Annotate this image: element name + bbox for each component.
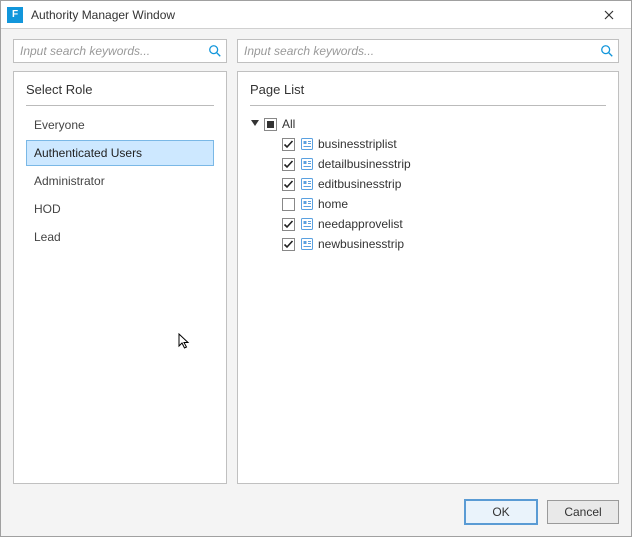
close-icon bbox=[604, 10, 614, 20]
role-item[interactable]: Administrator bbox=[26, 168, 214, 194]
role-list: EveryoneAuthenticated UsersAdministrator… bbox=[26, 112, 214, 252]
search-icon[interactable] bbox=[208, 44, 222, 58]
role-item[interactable]: Everyone bbox=[26, 112, 214, 138]
tree-item[interactable]: businesstriplist bbox=[282, 134, 606, 154]
tree-item[interactable]: newbusinesstrip bbox=[282, 234, 606, 254]
authority-manager-window: F Authority Manager Window Select Role E… bbox=[0, 0, 632, 537]
window-title: Authority Manager Window bbox=[31, 8, 593, 22]
page-search-box bbox=[237, 39, 619, 63]
role-item[interactable]: Lead bbox=[26, 224, 214, 250]
page-tree: All businesstriplist detailbusinesstrip edi… bbox=[250, 112, 606, 254]
page-panel-title: Page List bbox=[250, 82, 606, 106]
tree-root-row[interactable]: All bbox=[250, 114, 606, 134]
search-row bbox=[1, 29, 631, 71]
page-icon bbox=[300, 197, 314, 211]
role-search-box bbox=[13, 39, 227, 63]
titlebar: F Authority Manager Window bbox=[1, 1, 631, 29]
role-panel: Select Role EveryoneAuthenticated UsersA… bbox=[13, 71, 227, 484]
role-panel-title: Select Role bbox=[26, 82, 214, 106]
page-icon bbox=[300, 217, 314, 231]
page-panel: Page List All businesstriplist detailbusin… bbox=[237, 71, 619, 484]
tree-item[interactable]: detailbusinesstrip bbox=[282, 154, 606, 174]
page-icon bbox=[300, 137, 314, 151]
page-icon bbox=[300, 157, 314, 171]
page-search-input[interactable] bbox=[238, 40, 618, 62]
checkbox[interactable] bbox=[282, 238, 295, 251]
checkbox[interactable] bbox=[282, 198, 295, 211]
role-item[interactable]: Authenticated Users bbox=[26, 140, 214, 166]
tree-item[interactable]: needapprovelist bbox=[282, 214, 606, 234]
checkbox[interactable] bbox=[282, 218, 295, 231]
role-search-input[interactable] bbox=[14, 40, 226, 62]
cancel-button[interactable]: Cancel bbox=[547, 500, 619, 524]
tree-item-label: newbusinesstrip bbox=[318, 237, 404, 251]
app-icon: F bbox=[7, 7, 23, 23]
tree-item-label: detailbusinesstrip bbox=[318, 157, 411, 171]
panels: Select Role EveryoneAuthenticated UsersA… bbox=[1, 71, 631, 492]
tree-root-label: All bbox=[282, 117, 295, 131]
tree-item-label: needapprovelist bbox=[318, 217, 403, 231]
checkbox[interactable] bbox=[282, 178, 295, 191]
close-button[interactable] bbox=[593, 4, 625, 26]
tree-collapse-icon[interactable] bbox=[250, 119, 260, 129]
ok-button[interactable]: OK bbox=[465, 500, 537, 524]
tree-item-label: home bbox=[318, 197, 348, 211]
tree-item[interactable]: home bbox=[282, 194, 606, 214]
tree-item[interactable]: editbusinesstrip bbox=[282, 174, 606, 194]
tree-item-label: businesstriplist bbox=[318, 137, 397, 151]
checkbox[interactable] bbox=[282, 158, 295, 171]
checkbox[interactable] bbox=[264, 118, 277, 131]
tree-children: businesstriplist detailbusinesstrip editbu… bbox=[250, 134, 606, 254]
search-icon[interactable] bbox=[600, 44, 614, 58]
checkbox[interactable] bbox=[282, 138, 295, 151]
page-icon bbox=[300, 237, 314, 251]
page-icon bbox=[300, 177, 314, 191]
footer: OK Cancel bbox=[1, 492, 631, 536]
role-item[interactable]: HOD bbox=[26, 196, 214, 222]
tree-item-label: editbusinesstrip bbox=[318, 177, 401, 191]
